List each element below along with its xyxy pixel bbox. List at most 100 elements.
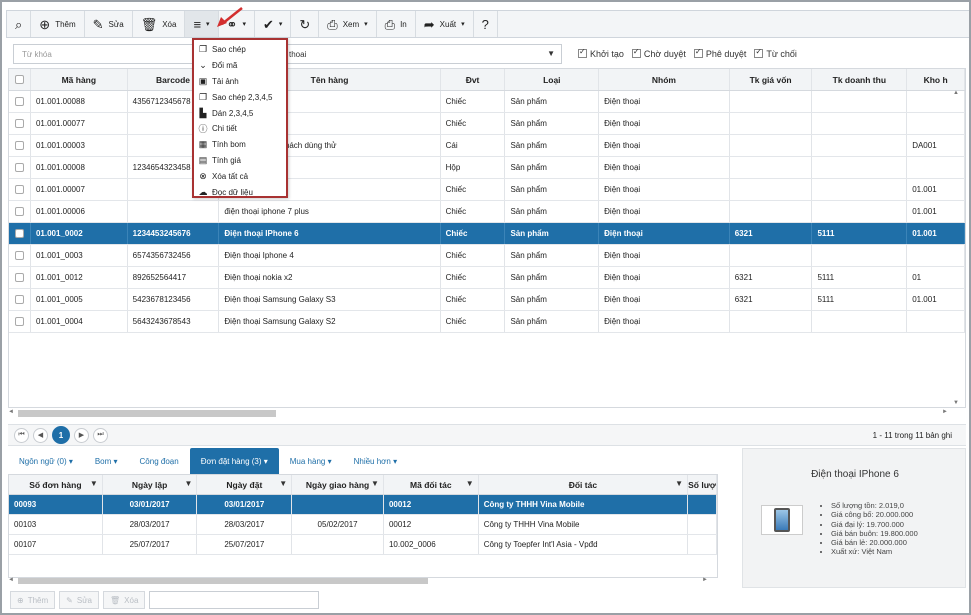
menu-item-tinh-bom[interactable]: ▦ Tính bom bbox=[194, 137, 286, 153]
info-icon: ⓘ bbox=[198, 124, 208, 135]
row-checkbox[interactable] bbox=[9, 289, 31, 310]
first-page-button[interactable]: ⏮ bbox=[14, 427, 29, 443]
table-row[interactable]: 00103 28/03/2017 28/03/2017 05/02/2017 00012… bbox=[9, 515, 717, 535]
menu-item-tai-anh[interactable]: ▣ Tải ảnh bbox=[194, 74, 286, 90]
menu-item-sao-chep[interactable]: ❐ Sao chép bbox=[194, 42, 286, 58]
check-khoi-tao[interactable]: Khởi tạo bbox=[578, 47, 624, 59]
product-image bbox=[761, 505, 803, 535]
table-row[interactable]: 01.001_0012 892652564417 Điện thoại nokia … bbox=[9, 267, 966, 289]
tab-cong-doan[interactable]: Công đoạn bbox=[129, 448, 190, 474]
col-header[interactable]: Tk giá vốn bbox=[730, 69, 813, 90]
sub-input[interactable] bbox=[149, 591, 320, 609]
col-header[interactable]: Nhóm bbox=[599, 69, 730, 90]
table-row[interactable]: 01.001_0004 5643243678543 Điện thoại Samsu… bbox=[9, 311, 966, 333]
row-checkbox[interactable] bbox=[9, 157, 31, 178]
col-header[interactable]: Ngày đặt ▼ bbox=[197, 475, 293, 494]
col-header[interactable]: Ngày lập ▼ bbox=[103, 475, 198, 494]
check-tu-choi[interactable]: Từ chối bbox=[754, 47, 797, 59]
table-row[interactable]: 01.001.000081234654323458ng Galaxy S4Hộp… bbox=[9, 157, 966, 179]
row-checkbox[interactable] bbox=[9, 113, 31, 134]
table-row[interactable]: 01.001_0002 1234453245676 Điện thoại IPhon… bbox=[9, 223, 966, 245]
sub-add-button[interactable]: ⊕ Thêm bbox=[10, 591, 56, 609]
sub-delete-button[interactable]: 🗑 Xóa bbox=[103, 591, 146, 609]
subgrid-horizontal-scrollbar[interactable]: ◄ ► bbox=[8, 577, 708, 585]
col-header[interactable]: Số đơn hàng ▼ bbox=[9, 475, 103, 494]
prev-page-button[interactable]: ◀ bbox=[33, 427, 48, 443]
col-header[interactable]: Mã đối tác ▼ bbox=[384, 475, 479, 494]
col-header[interactable]: Loại bbox=[505, 69, 600, 90]
row-checkbox[interactable] bbox=[9, 311, 31, 332]
refresh-button[interactable]: ↻ bbox=[291, 11, 320, 37]
table-row[interactable]: 01.001_0003 6574356732456 Điện thoại Iphon… bbox=[9, 245, 966, 267]
row-checkbox[interactable] bbox=[9, 267, 31, 288]
table-cell: 00012 bbox=[384, 495, 479, 514]
table-cell: Chiếc bbox=[441, 179, 506, 200]
col-header[interactable]: Đvt bbox=[441, 69, 506, 90]
find-button[interactable]: ⌕ bbox=[7, 11, 32, 37]
detail-line: Giá bán lẻ: 20.000.000 bbox=[831, 538, 918, 547]
add-button[interactable]: ⊕ Thêm bbox=[31, 11, 85, 37]
col-header[interactable]: Kho h bbox=[907, 69, 966, 90]
row-checkbox[interactable] bbox=[9, 91, 31, 112]
table-cell: 6574356732456 bbox=[128, 245, 220, 266]
grid-vertical-scrollbar[interactable]: ▲ ▼ bbox=[952, 90, 961, 406]
table-cell: Điện thoại bbox=[599, 267, 730, 288]
col-header[interactable]: Tk doanh thu bbox=[812, 69, 908, 90]
table-row[interactable]: 01.001.00006 điện thoại iphone 7 plus Chiế… bbox=[9, 201, 966, 223]
last-page-button[interactable]: ⏭ bbox=[93, 427, 108, 443]
check-phe-duyet[interactable]: Phê duyệt bbox=[693, 47, 746, 59]
print-button[interactable]: ⎙ In bbox=[377, 11, 416, 37]
menu-item-sao-chep-2345[interactable]: ❐ Sao chép 2,3,4,5 bbox=[194, 89, 286, 105]
check-cho-duyet[interactable]: Chờ duyệt bbox=[631, 47, 686, 59]
table-row[interactable]: 01.001_0005 5423678123456 Điện thoại Samsu… bbox=[9, 289, 966, 311]
tab-mua-hang[interactable]: Mua hàng ▾ bbox=[279, 448, 343, 474]
preview-button[interactable]: ⎙ Xem ▾ bbox=[319, 11, 377, 37]
row-checkbox[interactable] bbox=[9, 223, 31, 244]
next-page-button[interactable]: ▶ bbox=[74, 427, 89, 443]
select-all-checkbox[interactable] bbox=[9, 69, 31, 90]
table-row[interactable]: 01.001.00003y hàng test cho khách dùng t… bbox=[9, 135, 966, 157]
menu-item-doi-ma[interactable]: ⌄ Đổi mã bbox=[194, 58, 286, 74]
tab-don-dat-hang[interactable]: Đơn đặt hàng (3) ▾ bbox=[189, 448, 279, 474]
table-row[interactable]: 00107 25/07/2017 25/07/2017 10.002_0006 Công… bbox=[9, 535, 717, 555]
table-cell bbox=[688, 535, 717, 554]
keyword-input[interactable]: Từ khóa bbox=[13, 44, 193, 64]
menu-item-xoa-tat-ca[interactable]: ⊗ Xóa tất cả bbox=[194, 168, 286, 184]
row-checkbox[interactable] bbox=[9, 179, 31, 200]
table-cell: Sản phẩm bbox=[505, 223, 600, 244]
approve-button[interactable]: ✔ ▾ bbox=[255, 11, 292, 37]
col-header[interactable]: Số lượ bbox=[688, 475, 717, 494]
current-page[interactable]: 1 bbox=[52, 426, 70, 444]
table-cell: 5643243678543 bbox=[128, 311, 220, 332]
col-header[interactable]: Ngày giao hàng ▼ bbox=[292, 475, 384, 494]
help-button[interactable]: ? bbox=[474, 11, 498, 37]
col-header[interactable]: Đối tác ▼ bbox=[479, 475, 689, 494]
tab-nhieu-hon[interactable]: Nhiều hơn ▾ bbox=[343, 448, 409, 474]
table-row[interactable]: 01.001.000884356712345678SChiếcSản phẩmĐ… bbox=[9, 91, 966, 113]
app-window: ⌕ ⊕ Thêm ✎ Sửa 🗑 Xóa ≡ ▾ ⚭ ▾ ✔ ▾ ↻ ⎙ Xem ▾ ⎙ In ➦… bbox=[0, 0, 971, 615]
menu-item-dan-2345[interactable]: ▙ Dán 2,3,4,5 bbox=[194, 105, 286, 121]
tab-bom[interactable]: Bom ▾ bbox=[84, 448, 129, 474]
col-header[interactable]: Mã hàng bbox=[31, 69, 128, 90]
menu-item-chi-tiet[interactable]: ⓘ Chi tiết bbox=[194, 121, 286, 137]
subgrid-header: Số đơn hàng ▼ Ngày lập ▼ Ngày đặt ▼ Ngày gi… bbox=[9, 475, 717, 495]
delete-button[interactable]: 🗑 Xóa bbox=[133, 11, 186, 37]
table-cell: Sản phẩm bbox=[505, 245, 600, 266]
row-checkbox[interactable] bbox=[9, 135, 31, 156]
table-row[interactable]: 01.001.00007128 gbChiếcSản phẩmĐiện thoạ… bbox=[9, 179, 966, 201]
table-row[interactable]: 01.001.00077maChiếcSản phẩmĐiện thoại bbox=[9, 113, 966, 135]
table-cell: Công ty Toepfer Int'l Asia - Vpđd bbox=[479, 535, 689, 554]
tab-ngon-ngu[interactable]: Ngôn ngữ (0) ▾ bbox=[8, 448, 84, 474]
table-cell bbox=[812, 311, 908, 332]
row-checkbox[interactable] bbox=[9, 201, 31, 222]
sub-edit-button[interactable]: ✎ Sửa bbox=[59, 591, 99, 609]
table-row[interactable]: 00093 03/01/2017 03/01/2017 00012 Công ty TH… bbox=[9, 495, 717, 515]
menu-item-doc-du-lieu[interactable]: ☁ Đọc dữ liệu bbox=[194, 184, 286, 200]
table-cell bbox=[730, 135, 813, 156]
row-checkbox[interactable] bbox=[9, 245, 31, 266]
menu-item-tinh-gia[interactable]: ▤ Tính giá bbox=[194, 153, 286, 169]
main-toolbar: ⌕ ⊕ Thêm ✎ Sửa 🗑 Xóa ≡ ▾ ⚭ ▾ ✔ ▾ ↻ ⎙ Xem ▾ ⎙ In ➦… bbox=[6, 10, 969, 38]
grid-horizontal-scrollbar[interactable]: ◄ ► bbox=[8, 409, 948, 418]
edit-button[interactable]: ✎ Sửa bbox=[85, 11, 133, 37]
export-button[interactable]: ➦ Xuất ▾ bbox=[416, 11, 474, 37]
